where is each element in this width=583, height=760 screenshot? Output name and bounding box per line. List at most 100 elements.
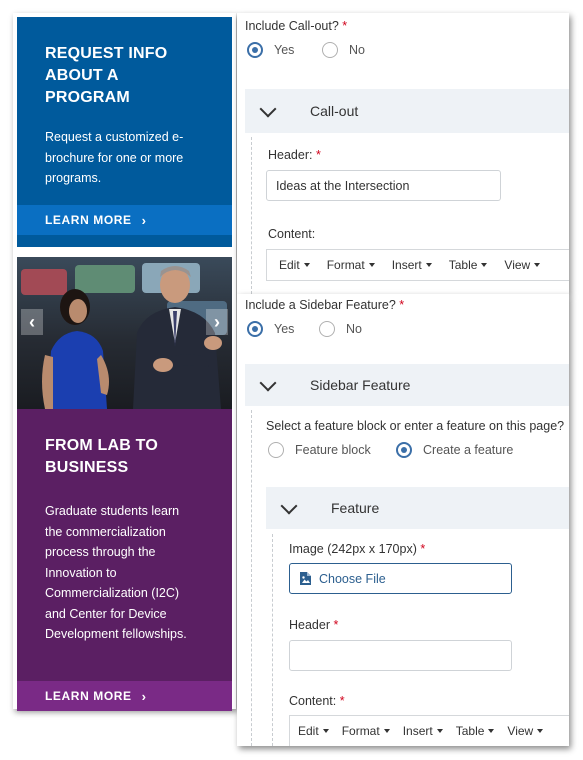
option-label: Feature block: [295, 443, 371, 457]
menu-label: Insert: [391, 258, 422, 272]
title-line: PROGRAM: [45, 89, 130, 106]
toolbar-format-menu[interactable]: Format: [342, 724, 390, 738]
title-line: BUSINESS: [45, 459, 129, 476]
include-callout-label: Include Call-out? *: [245, 19, 347, 33]
choose-file-button[interactable]: Choose File: [289, 563, 512, 594]
callout-no-radio[interactable]: [322, 42, 338, 58]
caret-down-icon: [322, 729, 329, 733]
text-line: Request a customized e-: [45, 130, 184, 144]
toolbar-view-menu[interactable]: View: [504, 258, 541, 272]
sidebar-yes-option[interactable]: Yes: [247, 321, 294, 337]
caret-down-icon: [537, 729, 544, 733]
option-label: Create a feature: [423, 443, 514, 457]
input-value: Ideas at the Intersection: [276, 178, 410, 193]
include-sidebar-label: Include a Sidebar Feature? *: [245, 298, 404, 312]
sidebar-no-option[interactable]: No: [319, 321, 362, 337]
toolbar-format-menu[interactable]: Format: [327, 258, 375, 272]
carousel-prev-button[interactable]: ‹: [21, 309, 43, 335]
image-label: Image (242px x 170px) *: [289, 542, 425, 556]
menu-label: View: [504, 258, 531, 272]
request-info-learn-more-link[interactable]: LEARN MORE ›: [17, 205, 232, 235]
callout-no-option[interactable]: No: [322, 42, 365, 58]
request-info-text: Request a customized e- brochure for one…: [45, 127, 183, 189]
callout-header-input[interactable]: Ideas at the Intersection: [266, 170, 501, 201]
caret-down-icon: [481, 263, 488, 267]
choose-file-label: Choose File: [319, 571, 386, 586]
question-text: Include Call-out?: [245, 19, 339, 33]
section-guide-line: [251, 137, 252, 294]
photo-man: [133, 266, 222, 409]
feature-header-input[interactable]: [289, 640, 512, 671]
callout-content-label: Content:: [268, 227, 316, 241]
sidebar-no-radio[interactable]: [319, 321, 335, 337]
required-marker: *: [339, 694, 345, 708]
callout-editor-toolbar: Edit Format Insert Table View: [266, 249, 569, 281]
menu-label: Edit: [298, 724, 319, 738]
toolbar-table-menu[interactable]: Table: [456, 724, 495, 738]
required-marker: *: [399, 298, 405, 312]
image-file-icon: [300, 572, 311, 585]
menu-label: Format: [326, 258, 365, 272]
sidebar-feature-section-header[interactable]: Sidebar Feature: [245, 364, 569, 406]
photo-woman: [42, 289, 109, 409]
feature-section-header[interactable]: Feature: [266, 487, 569, 529]
toolbar-edit-menu[interactable]: Edit: [298, 724, 329, 738]
caret-down-icon: [488, 729, 495, 733]
chevron-right-icon: ›: [141, 688, 147, 704]
required-marker: *: [420, 542, 426, 556]
caret-down-icon: [534, 263, 541, 267]
callout-yes-option[interactable]: Yes: [247, 42, 294, 58]
yes-label: Yes: [274, 43, 295, 57]
caret-down-icon: [436, 729, 443, 733]
chevron-right-icon: ›: [141, 212, 147, 228]
toolbar-table-menu[interactable]: Table: [449, 258, 488, 272]
feature-select-prompt: Select a feature block or enter a featur…: [266, 419, 565, 433]
create-feature-radio[interactable]: [396, 442, 412, 458]
toolbar-view-menu[interactable]: View: [507, 724, 544, 738]
feature-guide-line: [272, 534, 273, 746]
create-feature-option[interactable]: Create a feature: [396, 442, 513, 458]
menu-label: Format: [341, 724, 380, 738]
lab-to-business-card: FROM LAB TO BUSINESS Graduate students l…: [17, 409, 232, 711]
feature-block-radio[interactable]: [268, 442, 284, 458]
label-text: Image (242px x 170px): [289, 542, 417, 556]
text-line: Innovation to: [45, 565, 117, 580]
request-info-title: REQUEST INFO ABOUT A PROGRAM: [45, 43, 167, 109]
section-title: Feature: [331, 500, 380, 516]
chevron-down-icon: [259, 374, 277, 391]
toolbar-insert-menu[interactable]: Insert: [392, 258, 432, 272]
title-line: REQUEST INFO: [45, 45, 168, 62]
label-text: Header: [289, 618, 330, 632]
sidebar-feature-panel: Include a Sidebar Feature? * Yes No Side…: [237, 294, 569, 746]
toolbar-insert-menu[interactable]: Insert: [403, 724, 443, 738]
caret-down-icon: [425, 263, 432, 267]
request-info-card: REQUEST INFO ABOUT A PROGRAM Request a c…: [17, 17, 232, 247]
chevron-left-icon: ‹: [29, 311, 35, 332]
yes-label: Yes: [274, 322, 295, 336]
section-title: Sidebar Feature: [310, 377, 411, 393]
learn-more-label: LEARN MORE: [45, 689, 132, 703]
chevron-down-icon: [259, 100, 277, 117]
carousel-photo: ‹ ›: [17, 257, 232, 409]
callout-yes-radio[interactable]: [247, 42, 263, 58]
required-marker: *: [315, 148, 321, 162]
sidebar-yes-radio[interactable]: [247, 321, 263, 337]
carousel-next-button[interactable]: ›: [206, 309, 228, 335]
text-line: and Center for Device: [45, 606, 167, 621]
lab-to-business-learn-more-link[interactable]: LEARN MORE ›: [17, 681, 232, 711]
caret-down-icon: [303, 263, 310, 267]
label-text: Content:: [289, 694, 337, 708]
label-text: Header:: [268, 148, 313, 162]
toolbar-edit-menu[interactable]: Edit: [279, 258, 310, 272]
text-line: programs.: [45, 171, 102, 185]
required-marker: *: [342, 19, 348, 33]
section-guide-line: [251, 410, 252, 746]
callout-section-header[interactable]: Call-out: [245, 89, 569, 133]
text-line: Development fellowships.: [45, 627, 187, 641]
caret-down-icon: [383, 729, 390, 733]
feature-block-option[interactable]: Feature block: [268, 442, 371, 458]
chevron-right-icon: ›: [214, 311, 220, 332]
question-text: Include a Sidebar Feature?: [245, 298, 396, 312]
lab-to-business-text: Graduate students learn the commercializ…: [45, 501, 187, 645]
menu-label: View: [507, 724, 534, 738]
